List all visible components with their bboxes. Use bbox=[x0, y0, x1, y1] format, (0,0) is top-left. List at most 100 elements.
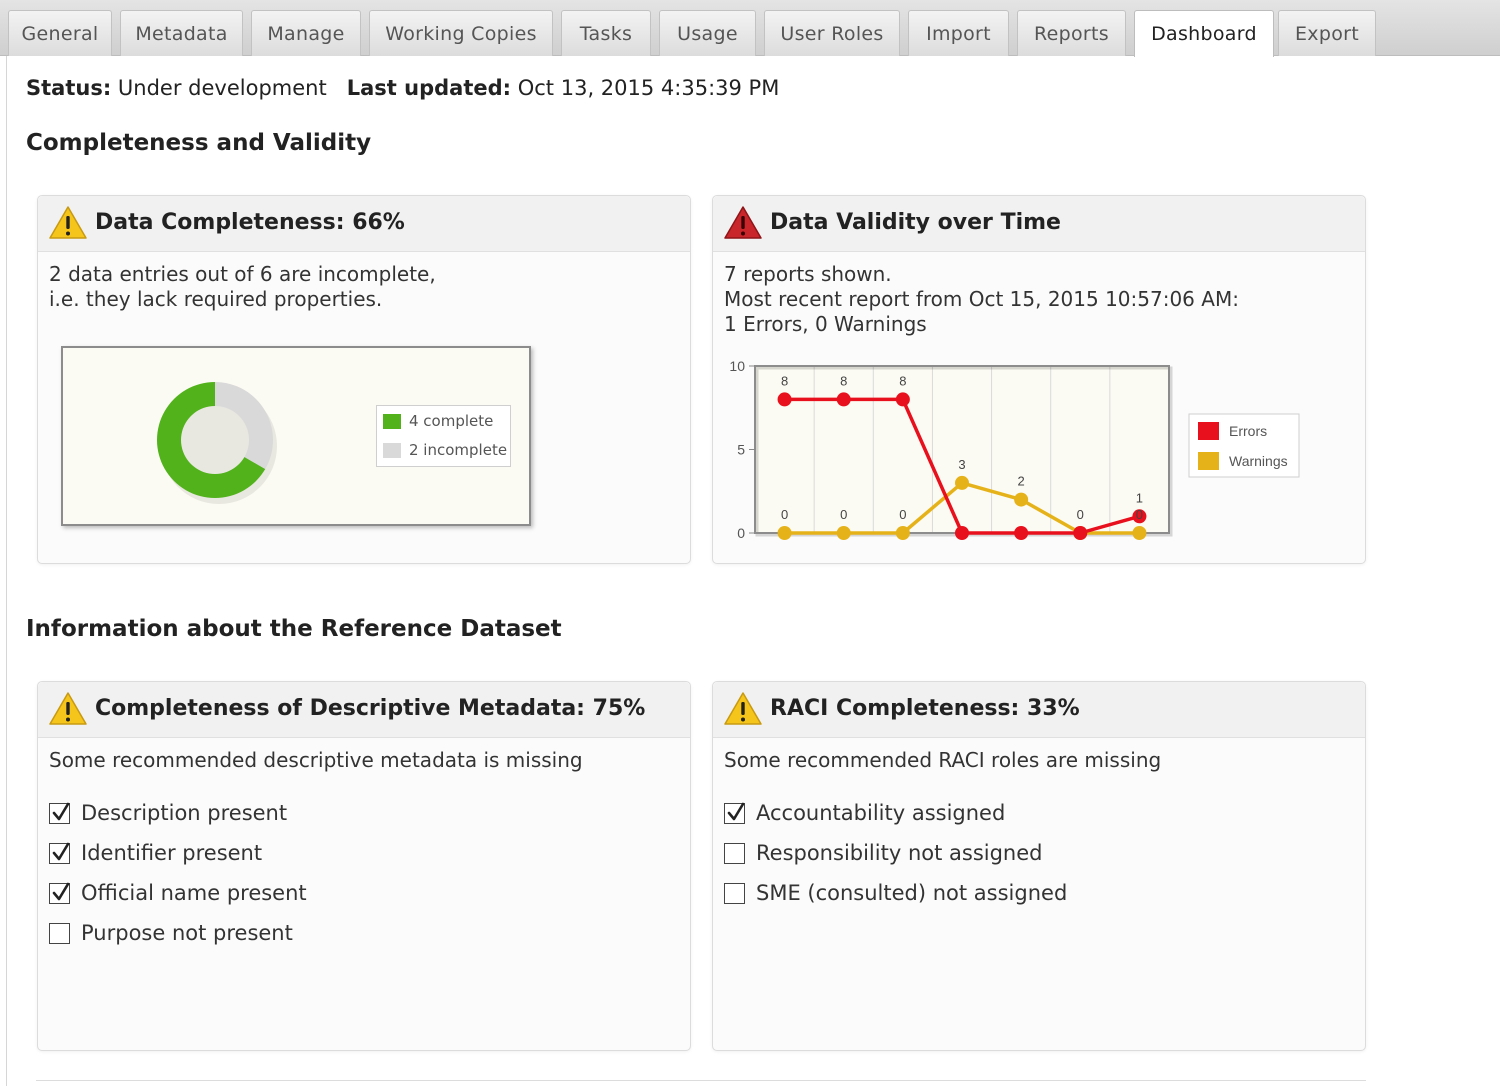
status-label: Status: bbox=[26, 76, 112, 100]
checklist-item-label: Accountability assigned bbox=[756, 801, 1006, 825]
data-label-errors: 8 bbox=[899, 373, 906, 388]
checkbox-empty-icon bbox=[724, 842, 745, 864]
legend-item-incomplete: 2 incomplete bbox=[383, 441, 507, 459]
checklist-item-label: Official name present bbox=[81, 881, 307, 905]
legend-swatch-warnings bbox=[1198, 452, 1219, 470]
data-completeness-title: Data Completeness: 66% bbox=[95, 210, 405, 235]
descriptive-metadata-panel: Completeness of Descriptive Metadata: 75… bbox=[37, 681, 691, 1051]
checkbox-checked-icon bbox=[724, 802, 745, 824]
validity-text-3: 1 Errors, 0 Warnings bbox=[724, 312, 927, 336]
tab-metadata[interactable]: Metadata bbox=[120, 10, 243, 56]
panel-header: Completeness of Descriptive Metadata: 75… bbox=[38, 682, 690, 738]
legend-item-complete: 4 complete bbox=[383, 412, 493, 430]
warning-triangle-icon bbox=[724, 692, 762, 725]
checklist-item: Accountability assigned bbox=[724, 800, 1005, 826]
validity-line-chart: 0 5 10 0 0 0 3 2 0 0 8 8 8 1 Errors Warnings bbox=[729, 358, 1300, 541]
panel-header: Data Validity over Time bbox=[713, 196, 1365, 252]
data-point-errors[interactable] bbox=[1014, 526, 1029, 540]
plot-area bbox=[755, 366, 1169, 533]
checkbox-checked-icon bbox=[49, 882, 70, 904]
donut-legend: 4 complete 2 incomplete bbox=[376, 405, 511, 467]
data-point-errors[interactable] bbox=[895, 392, 910, 407]
data-label-warnings: 2 bbox=[1018, 474, 1025, 489]
data-label-errors: 8 bbox=[840, 373, 847, 388]
content-border bbox=[6, 56, 7, 1086]
tab-export[interactable]: Export bbox=[1278, 10, 1376, 56]
checklist-item-label: Purpose not present bbox=[81, 921, 293, 945]
tab-working-copies[interactable]: Working Copies bbox=[369, 10, 553, 56]
validity-text-2: Most recent report from Oct 15, 2015 10:… bbox=[724, 287, 1239, 311]
donut-chart: 4 complete 2 incomplete bbox=[61, 346, 531, 526]
section-title-reference: Information about the Reference Dataset bbox=[26, 616, 562, 642]
checklist-item-label: SME (consulted) not assigned bbox=[756, 881, 1068, 905]
legend-swatch-errors bbox=[1198, 422, 1219, 440]
panel-header: Data Completeness: 66% bbox=[38, 196, 690, 252]
checklist-item: Description present bbox=[49, 800, 287, 826]
descriptive-metadata-title: Completeness of Descriptive Metadata: 75… bbox=[95, 696, 646, 721]
data-label-errors: 1 bbox=[1136, 490, 1143, 505]
data-label-warnings: 0 bbox=[899, 507, 906, 522]
checklist-item: Official name present bbox=[49, 880, 307, 906]
data-label-warnings: 0 bbox=[1077, 507, 1084, 522]
data-label-warnings: 0 bbox=[1136, 507, 1143, 522]
data-validity-title: Data Validity over Time bbox=[770, 210, 1061, 235]
tab-general[interactable]: General bbox=[8, 10, 112, 56]
tab-user-roles[interactable]: User Roles bbox=[764, 10, 900, 56]
raci-panel: RACI Completeness: 33% Some recommended … bbox=[712, 681, 1366, 1051]
legend-label-errors: Errors bbox=[1229, 423, 1267, 439]
y-tick-label: 5 bbox=[737, 442, 745, 458]
data-point-warnings[interactable] bbox=[895, 526, 910, 540]
tab-usage[interactable]: Usage bbox=[659, 10, 756, 56]
legend-swatch-incomplete bbox=[383, 442, 401, 458]
tab-dashboard[interactable]: Dashboard bbox=[1134, 10, 1274, 57]
tab-tasks[interactable]: Tasks bbox=[561, 10, 651, 56]
checkbox-checked-icon bbox=[49, 802, 70, 824]
data-point-warnings[interactable] bbox=[1132, 526, 1147, 540]
legend-label-warnings: Warnings bbox=[1229, 453, 1288, 469]
checklist-item: Purpose not present bbox=[49, 920, 293, 946]
completeness-text-2: i.e. they lack required properties. bbox=[49, 287, 383, 311]
data-point-errors[interactable] bbox=[777, 392, 792, 407]
tab-import[interactable]: Import bbox=[908, 10, 1009, 56]
y-tick-label: 0 bbox=[737, 525, 745, 541]
error-triangle-icon bbox=[724, 206, 762, 239]
legend-label-incomplete: 2 incomplete bbox=[409, 441, 508, 459]
legend-swatch-complete bbox=[383, 413, 401, 429]
data-label-errors: 8 bbox=[781, 373, 788, 388]
section-title-completeness: Completeness and Validity bbox=[26, 130, 372, 156]
checklist-item: Identifier present bbox=[49, 840, 262, 866]
panel-header: RACI Completeness: 33% bbox=[713, 682, 1365, 738]
data-label-warnings: 0 bbox=[781, 507, 788, 522]
tab-reports[interactable]: Reports bbox=[1017, 10, 1126, 56]
checklist-item-label: Identifier present bbox=[81, 841, 263, 865]
completeness-text-1: 2 data entries out of 6 are incomplete, bbox=[49, 262, 436, 286]
data-point-warnings[interactable] bbox=[836, 526, 851, 540]
checklist-item-label: Responsibility not assigned bbox=[756, 841, 1043, 865]
next-panels-edge bbox=[36, 1080, 1366, 1086]
data-completeness-panel: Data Completeness: 66% 2 data entries ou… bbox=[37, 195, 691, 564]
data-point-errors[interactable] bbox=[836, 392, 851, 407]
tab-manage[interactable]: Manage bbox=[251, 10, 361, 56]
data-point-warnings[interactable] bbox=[1014, 492, 1029, 507]
checkbox-empty-icon bbox=[724, 882, 745, 904]
last-updated-label: Last updated: bbox=[346, 76, 512, 100]
data-label-warnings: 0 bbox=[840, 507, 847, 522]
checkbox-checked-icon bbox=[49, 842, 70, 864]
warning-triangle-icon bbox=[49, 206, 87, 239]
checkbox-empty-icon bbox=[49, 922, 70, 944]
data-validity-panel: Data Validity over Time 7 reports shown.… bbox=[712, 195, 1366, 564]
data-point-errors[interactable] bbox=[1073, 526, 1088, 540]
data-point-warnings[interactable] bbox=[955, 475, 969, 490]
data-label-warnings: 3 bbox=[958, 457, 965, 472]
raci-title: RACI Completeness: 33% bbox=[770, 696, 1080, 721]
checklist-item: Responsibility not assigned bbox=[724, 840, 1042, 866]
validity-text-1: 7 reports shown. bbox=[724, 262, 892, 286]
data-point-errors[interactable] bbox=[955, 526, 969, 540]
raci-subtitle: Some recommended RACI roles are missing bbox=[724, 748, 1162, 772]
data-point-warnings[interactable] bbox=[777, 526, 792, 540]
checklist-item: SME (consulted) not assigned bbox=[724, 880, 1067, 906]
warning-triangle-icon bbox=[49, 692, 87, 725]
y-tick-label: 10 bbox=[729, 358, 745, 374]
last-updated-value: Oct 13, 2015 4:35:39 PM bbox=[517, 76, 780, 100]
descriptive-metadata-subtitle: Some recommended descriptive metadata is… bbox=[49, 748, 583, 772]
